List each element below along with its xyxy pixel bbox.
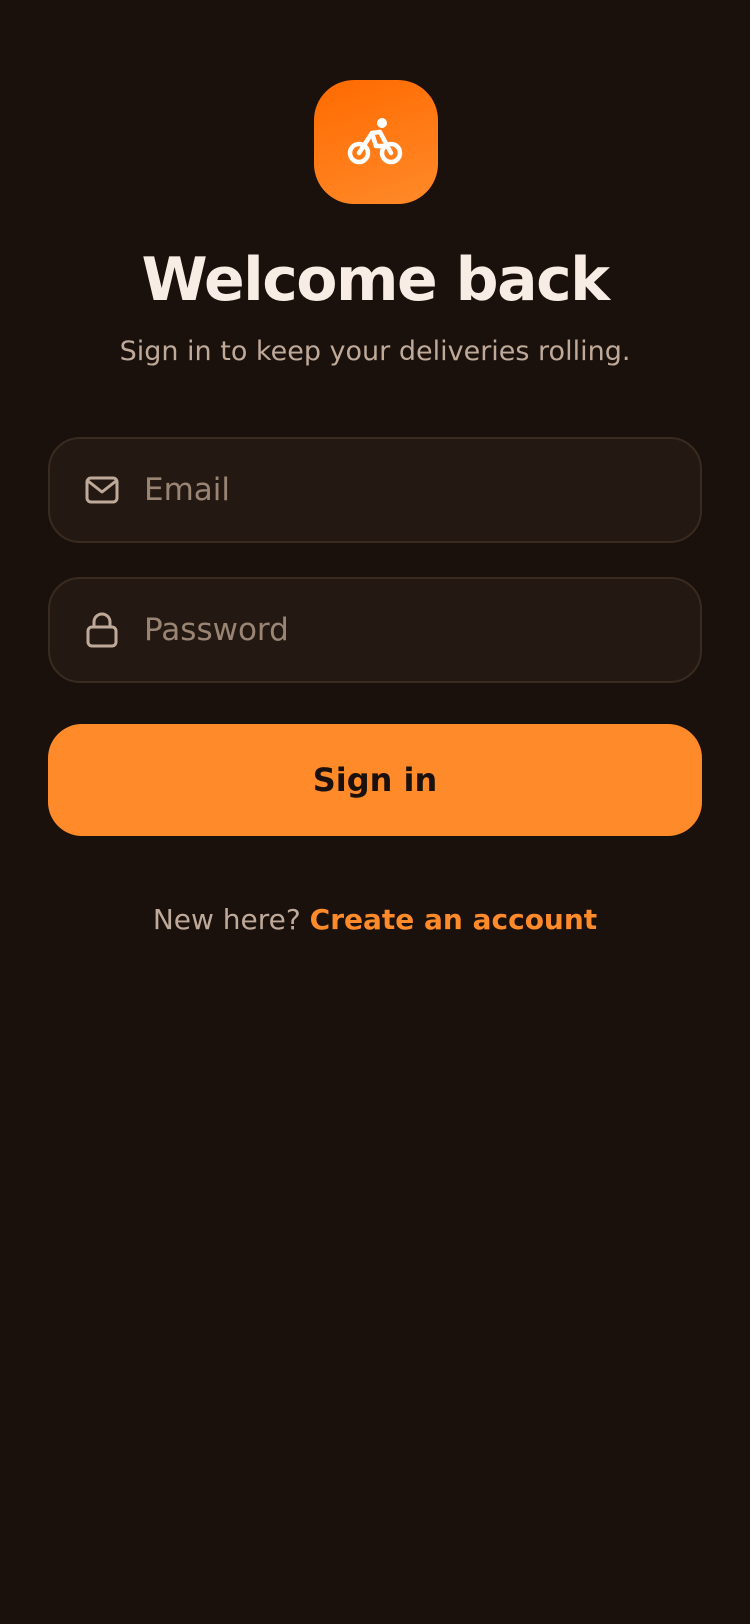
signup-prompt-text: New here? bbox=[152, 903, 310, 936]
mail-icon bbox=[84, 472, 120, 508]
bicycle-rider-icon bbox=[347, 118, 403, 165]
email-field[interactable] bbox=[48, 437, 702, 543]
page-subtitle: Sign in to keep your deliveries rolling. bbox=[119, 336, 631, 367]
app-logo bbox=[314, 80, 438, 204]
lock-icon bbox=[84, 612, 120, 648]
create-account-link[interactable]: Create an account bbox=[310, 903, 598, 936]
email-input[interactable] bbox=[144, 460, 700, 520]
password-field[interactable] bbox=[48, 577, 702, 683]
sign-in-button[interactable]: Sign in bbox=[48, 724, 702, 836]
signup-prompt-row: New here? Create an account bbox=[0, 898, 750, 942]
page-title: Welcome back bbox=[141, 245, 610, 315]
password-input[interactable] bbox=[144, 600, 700, 660]
